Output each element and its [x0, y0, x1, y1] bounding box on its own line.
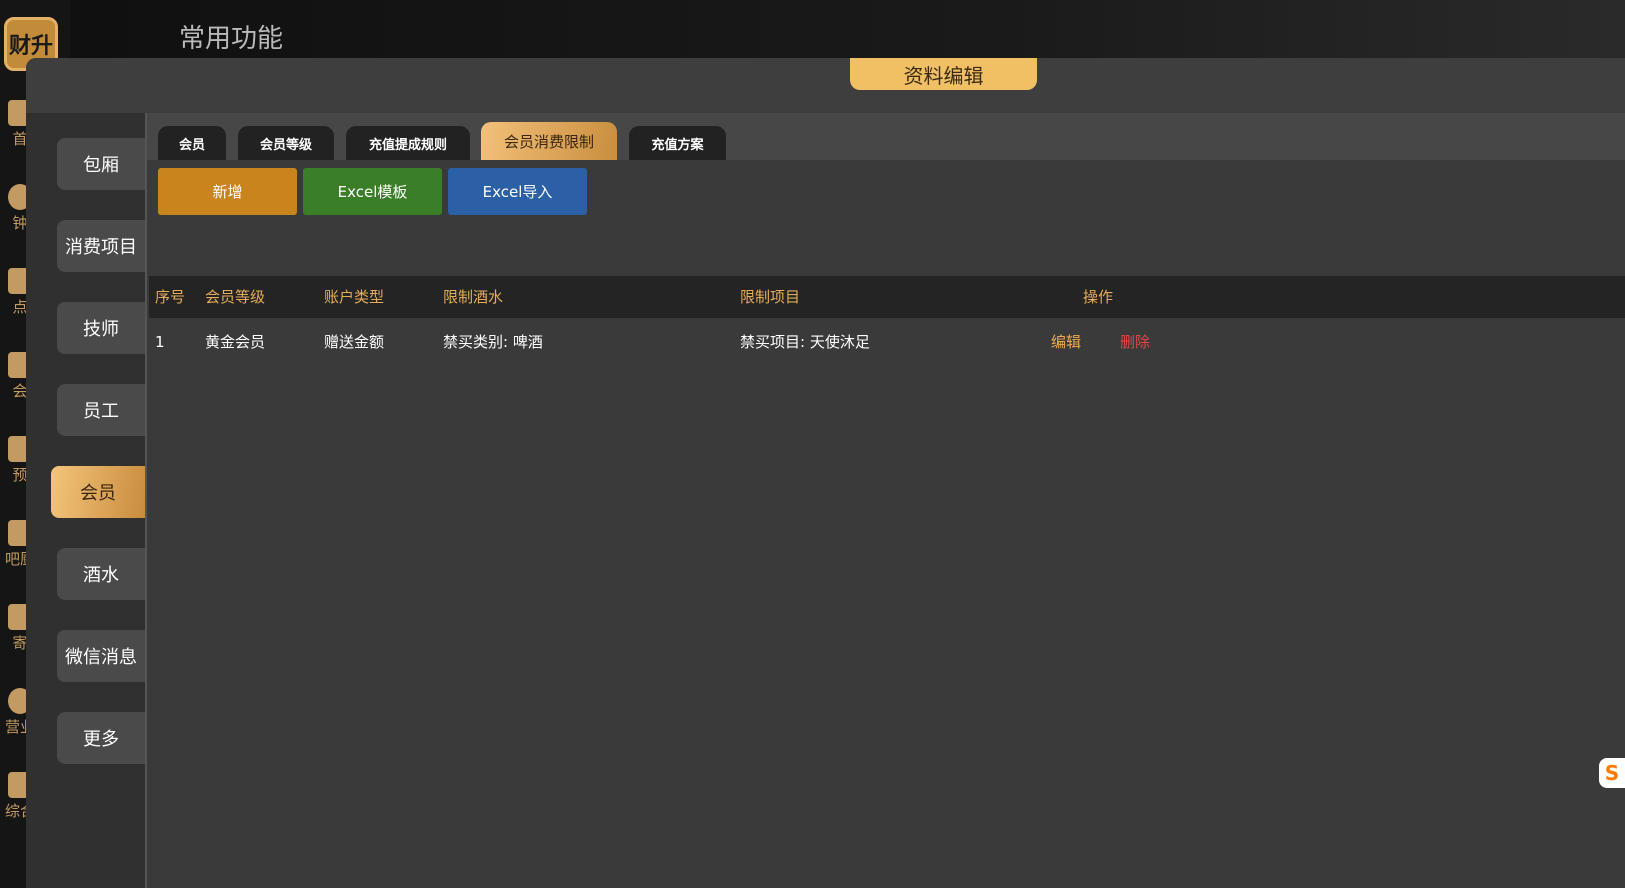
tab-member-consumption-limit[interactable]: 会员消费限制: [481, 122, 617, 160]
col-account-type: 账户类型: [324, 288, 385, 306]
nav-staff[interactable]: 员工: [57, 384, 145, 436]
table-header: 序号 会员等级 账户类型 限制酒水 限制项目 操作: [149, 276, 1625, 318]
nav-wechat-messages[interactable]: 微信消息: [57, 630, 145, 682]
top-background: [70, 0, 1625, 60]
cell-item-limit: 禁买项目: 天使沐足: [740, 333, 870, 351]
col-index: 序号: [155, 288, 186, 306]
nav-technicians[interactable]: 技师: [57, 302, 145, 354]
cell-account-type: 赠送金额: [324, 333, 385, 351]
col-member-level: 会员等级: [205, 288, 266, 306]
edit-link[interactable]: 编辑: [1051, 318, 1081, 366]
nav-more[interactable]: 更多: [57, 712, 145, 764]
panel-header: 资料编辑: [26, 58, 1625, 113]
excel-template-button[interactable]: Excel模板: [303, 168, 442, 215]
tab-recharge-plan[interactable]: 充值方案: [629, 126, 726, 160]
content-area: 会员 会员等级 充值提成规则 会员消费限制 充值方案 新增 Excel模板 Ex…: [145, 113, 1625, 888]
floating-service-tab[interactable]: S: [1599, 758, 1625, 788]
nav-drinks[interactable]: 酒水: [57, 548, 145, 600]
excel-import-button[interactable]: Excel导入: [448, 168, 587, 215]
add-button[interactable]: 新增: [158, 168, 297, 215]
table-row: 1 黄金会员 赠送金额 禁买类别: 啤酒 禁买项目: 天使沐足 编辑 删除: [149, 318, 1625, 366]
delete-link[interactable]: 删除: [1120, 318, 1150, 366]
tab-bar: 会员 会员等级 充值提成规则 会员消费限制 充值方案: [147, 113, 1625, 160]
nav-rooms[interactable]: 包厢: [57, 138, 145, 190]
panel-title: 资料编辑: [850, 58, 1037, 90]
page-title: 常用功能: [179, 24, 284, 54]
col-drink-limit: 限制酒水: [443, 288, 504, 306]
cell-drink-limit: 禁买类别: 啤酒: [443, 333, 543, 351]
cell-member-level: 黄金会员: [205, 333, 266, 351]
nav-consumption-items[interactable]: 消费项目: [57, 220, 145, 272]
side-nav: 包厢 消费项目 技师 员工 会员 酒水 微信消息 更多: [26, 113, 145, 888]
tab-member-level[interactable]: 会员等级: [238, 126, 334, 160]
data-edit-panel: 资料编辑 包厢 消费项目 技师 员工 会员 酒水 微信消息 更多 会员 会员等级…: [26, 58, 1625, 888]
nav-members[interactable]: 会员: [51, 466, 145, 518]
cell-index: 1: [155, 333, 165, 351]
tab-member[interactable]: 会员: [158, 126, 226, 160]
col-actions: 操作: [1083, 288, 1114, 306]
tab-recharge-commission[interactable]: 充值提成规则: [346, 126, 470, 160]
col-item-limit: 限制项目: [740, 288, 801, 306]
